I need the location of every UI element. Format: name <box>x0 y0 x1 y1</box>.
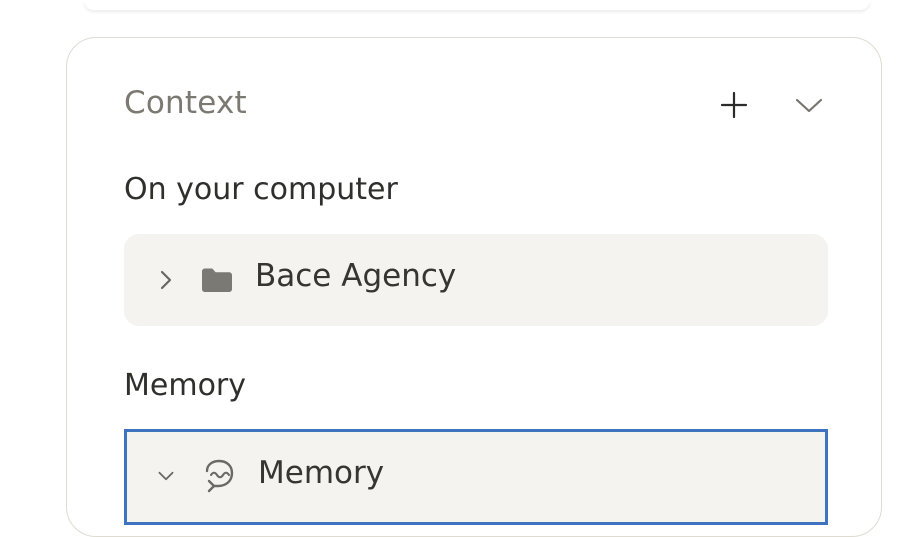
memory-heading: Memory <box>124 368 247 403</box>
plus-icon <box>720 91 748 119</box>
previous-panel-edge <box>84 0 870 10</box>
memory-icon <box>205 459 234 493</box>
chevron-down-icon[interactable] <box>157 467 175 485</box>
memory-label: Memory <box>258 455 385 491</box>
folder-icon <box>202 268 232 292</box>
memory-item[interactable]: Memory <box>124 429 828 525</box>
context-panel: Context On your computer Bace Agency Mem… <box>66 37 882 537</box>
bace-agency-folder-item[interactable]: Bace Agency <box>124 234 828 326</box>
context-title: Context <box>124 85 247 121</box>
on-your-computer-heading: On your computer <box>124 172 398 207</box>
chevron-right-icon[interactable] <box>157 270 175 290</box>
add-context-button[interactable] <box>717 88 751 122</box>
bace-agency-label: Bace Agency <box>255 258 457 294</box>
collapse-context-button[interactable] <box>792 88 826 122</box>
chevron-down-icon <box>795 98 823 113</box>
